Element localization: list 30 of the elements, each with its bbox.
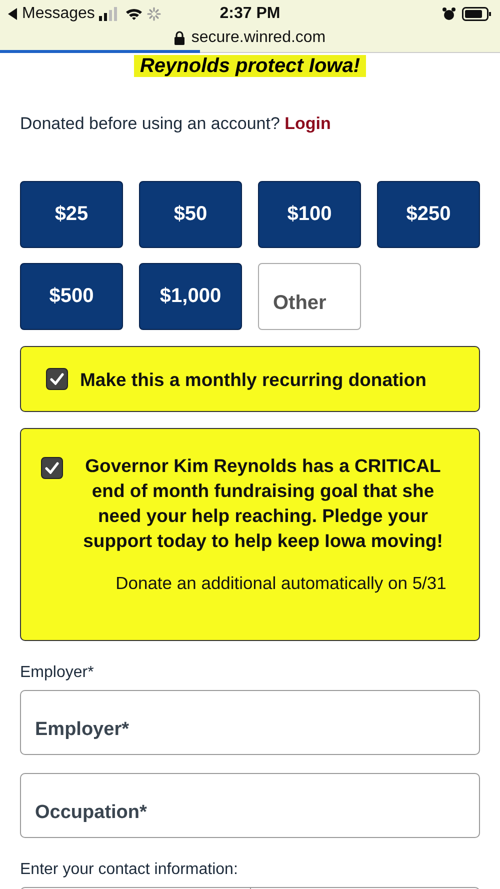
- battery-icon: [462, 7, 492, 21]
- back-label[interactable]: Messages: [22, 5, 95, 23]
- option-text: Make this a monthly recurring donation: [80, 368, 426, 392]
- checkmark-icon: [45, 462, 59, 474]
- headline: Reynolds protect Iowa!: [134, 55, 366, 77]
- text-field[interactable]: Occupation*: [20, 773, 480, 838]
- other-amount-field[interactable]: Other: [258, 263, 361, 330]
- field-label: Employer*: [20, 664, 95, 682]
- text-field[interactable]: Employer*: [20, 690, 480, 755]
- amount-button[interactable]: $1,000: [139, 263, 242, 330]
- alarm-clock-icon: [442, 7, 456, 21]
- option-text: Governor Kim Reynolds has a CRITICAL end of month fundraising goal that she need your help reaching. Pledge your support today to help keep Iowa moving!: [82, 454, 444, 553]
- back-arrow-icon[interactable]: [8, 8, 18, 20]
- amount-button[interactable]: $100: [258, 181, 361, 248]
- checkmark-icon: [50, 373, 64, 385]
- url-text[interactable]: secure.winred.com: [191, 29, 326, 47]
- amount-button[interactable]: $50: [139, 181, 242, 248]
- lock-icon: [174, 31, 186, 45]
- login-prompt: Donated before using an account? Login: [20, 114, 332, 134]
- loading-spinner-icon: [146, 7, 161, 21]
- amount-button[interactable]: $500: [20, 263, 123, 330]
- option-note: Donate an additional automatically on 5/31: [114, 573, 448, 594]
- login-link[interactable]: Login: [284, 114, 331, 133]
- clock-time: 2:37 PM: [218, 5, 282, 23]
- wifi-icon: [124, 7, 143, 21]
- checkbox[interactable]: [46, 368, 68, 390]
- amount-button[interactable]: $25: [20, 181, 123, 248]
- amount-button[interactable]: $250: [377, 181, 480, 248]
- checkbox[interactable]: [41, 457, 63, 479]
- section-label: Enter your contact information:: [20, 861, 239, 879]
